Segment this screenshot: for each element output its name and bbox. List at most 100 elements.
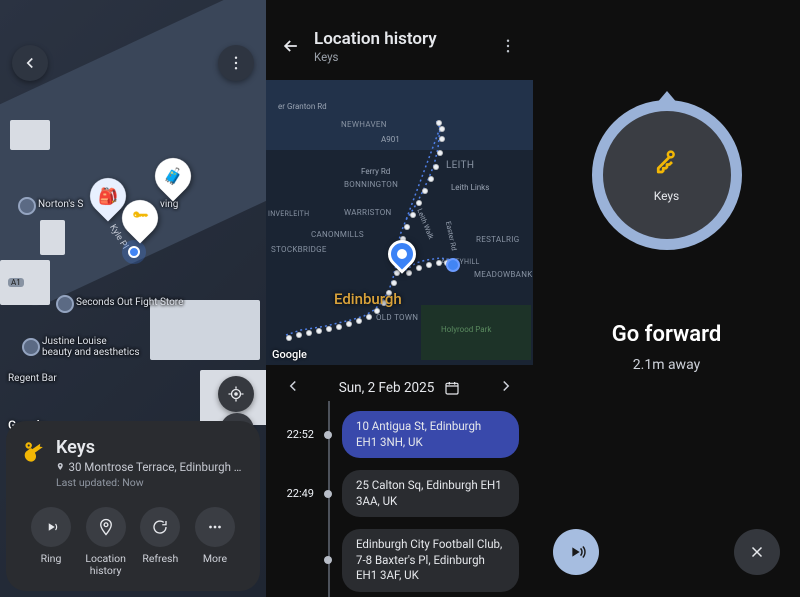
calendar-icon xyxy=(444,380,460,396)
track-dot xyxy=(356,318,362,324)
track-dot xyxy=(406,270,412,276)
chevron-left-icon xyxy=(284,377,302,395)
track-dot xyxy=(433,164,439,170)
more-vertical-icon xyxy=(499,37,517,55)
direction-text: Go forward xyxy=(533,322,800,347)
track-dot xyxy=(436,260,442,266)
track-dot xyxy=(286,335,292,341)
ring-icon xyxy=(565,541,587,563)
timeline-address: 10 Antigua St, Edinburgh EH1 3NH, UK xyxy=(342,411,519,458)
chevron-left-icon xyxy=(21,54,39,72)
poi-dot[interactable] xyxy=(18,197,36,215)
route-badge: A1 xyxy=(8,278,24,287)
track-dot xyxy=(439,126,445,132)
tracker-name: Keys xyxy=(654,189,680,203)
timeline-entry[interactable]: 22:49 25 Calton Sq, Edinburgh EH1 3AA, UK xyxy=(280,470,519,517)
timeline-dot xyxy=(324,490,332,498)
track-dot xyxy=(374,308,380,314)
user-location-dot xyxy=(128,246,140,258)
poi-dot[interactable] xyxy=(56,295,74,313)
tracker-name: Keys xyxy=(56,437,246,458)
key-icon xyxy=(20,439,46,465)
tracker-updated: Last updated: Now xyxy=(56,476,246,489)
ring-label: Ring xyxy=(41,553,62,565)
refresh-icon xyxy=(151,518,169,536)
compass-arrow-icon xyxy=(650,91,684,111)
track-dot xyxy=(316,328,322,334)
track-dot xyxy=(336,324,342,330)
close-button[interactable] xyxy=(734,529,780,575)
timeline-address: 25 Calton Sq, Edinburgh EH1 3AA, UK xyxy=(342,470,519,517)
poi-label: Seconds Out Fight Store xyxy=(76,297,183,308)
chevron-right-icon xyxy=(497,377,515,395)
poi-label: ving xyxy=(160,199,178,210)
poi-label: Justine Louise beauty and aesthetics xyxy=(42,336,140,358)
track-dot xyxy=(428,176,434,182)
selected-date: Sun, 2 Feb 2025 xyxy=(339,380,435,396)
track-dot xyxy=(436,120,442,126)
tracker-address: 30 Montrose Terrace, Edinburgh EH7 5DL, … xyxy=(69,460,246,474)
compass-pane: Keys Go forward 2.1m away xyxy=(533,0,800,597)
recenter-button[interactable] xyxy=(218,376,254,412)
route-path xyxy=(266,80,533,365)
timeline-time: 22:49 xyxy=(280,487,314,500)
history-map[interactable]: NEWHAVEN LEITH BONNINGTON INVERLEITH WAR… xyxy=(266,80,533,365)
tracker-pin-bag[interactable]: 🎒 xyxy=(90,178,126,214)
distance-text: 2.1m away xyxy=(533,357,800,373)
page-title: Location history xyxy=(314,29,485,49)
more-vertical-icon xyxy=(227,54,245,72)
location-history-pane: Location history Keys NEWHAVEN LEITH BON… xyxy=(266,0,533,597)
timeline-entry[interactable]: 22:52 10 Antigua St, Edinburgh EH1 3NH, U… xyxy=(280,411,519,458)
ring-button[interactable]: Ring xyxy=(24,507,78,577)
timeline-dot xyxy=(324,556,332,564)
track-dot xyxy=(306,330,312,336)
ring-button[interactable] xyxy=(553,529,599,575)
tracker-pin-suitcase[interactable]: 🧳 xyxy=(155,158,191,194)
google-attribution: Google xyxy=(272,348,307,361)
next-day-button[interactable] xyxy=(497,377,515,399)
tracker-pin-keys[interactable] xyxy=(122,200,158,236)
track-dot xyxy=(346,321,352,327)
pin-icon xyxy=(56,461,65,472)
back-button[interactable] xyxy=(12,45,48,81)
track-dot xyxy=(326,326,332,332)
crosshair-icon xyxy=(227,385,245,403)
back-button[interactable] xyxy=(280,35,302,57)
ring-icon xyxy=(42,518,60,536)
date-picker-button[interactable]: Sun, 2 Feb 2025 xyxy=(339,380,461,396)
timeline-entry[interactable]: Edinburgh City Football Club, 7-8 Baxter… xyxy=(280,529,519,592)
compass-indicator: Keys xyxy=(592,100,742,250)
track-dot xyxy=(296,332,302,338)
tracker-info-card: Keys 30 Montrose Terrace, Edinburgh EH7 … xyxy=(6,421,260,591)
timeline-dot xyxy=(324,431,332,439)
refresh-button[interactable]: Refresh xyxy=(133,507,187,577)
track-dot xyxy=(391,280,397,286)
more-button[interactable] xyxy=(497,35,519,57)
track-dot xyxy=(366,314,372,320)
location-history-button[interactable]: Location history xyxy=(79,507,133,577)
page-subtitle: Keys xyxy=(314,50,485,64)
pin-icon xyxy=(97,518,115,536)
timeline-address: Edinburgh City Football Club, 7-8 Baxter… xyxy=(342,529,519,592)
city-label: Edinburgh xyxy=(334,290,402,308)
timeline-time: 22:52 xyxy=(280,428,314,441)
more-horizontal-icon xyxy=(206,518,224,536)
arrow-left-icon xyxy=(281,36,301,56)
poi-dot[interactable] xyxy=(22,338,40,356)
track-dot xyxy=(439,136,445,142)
refresh-label: Refresh xyxy=(142,553,178,565)
prev-day-button[interactable] xyxy=(284,377,302,399)
timeline-list: 22:52 10 Antigua St, Edinburgh EH1 3NH, U… xyxy=(266,411,533,597)
more-button[interactable] xyxy=(218,45,254,81)
poi-label: Regent Bar xyxy=(8,373,57,384)
current-ping-dot xyxy=(446,258,460,272)
history-label: Location history xyxy=(85,553,126,577)
more-actions-button[interactable]: More xyxy=(188,507,242,577)
track-dot xyxy=(410,212,416,218)
key-icon xyxy=(652,147,682,181)
track-dot xyxy=(426,262,432,268)
track-dot xyxy=(416,200,422,206)
track-dot xyxy=(422,188,428,194)
map-pane: Kyle Pl A1 Norton's S ving Seconds Out F… xyxy=(0,0,266,597)
track-dot xyxy=(404,224,410,230)
